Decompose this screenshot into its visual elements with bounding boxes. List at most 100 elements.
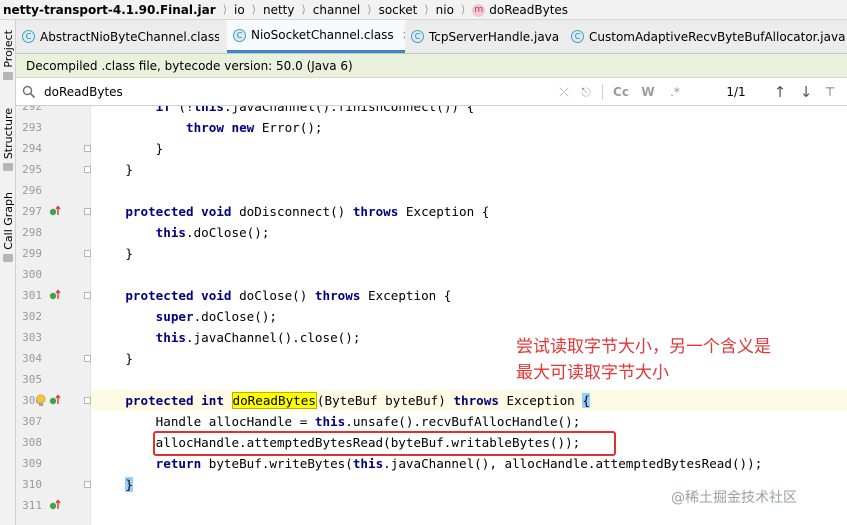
breadcrumb-separator: ⟩ [367, 3, 372, 16]
code-keyword: return [155, 456, 202, 471]
code-line[interactable]: return byteBuf.writeBytes(this.javaChann… [91, 453, 847, 474]
override-marker-icon[interactable] [49, 394, 61, 406]
code-line[interactable]: Handle allocHandle = this.unsafe().recvB… [91, 411, 847, 432]
tab-label: CustomAdaptiveRecvByteBufAllocator.java [589, 29, 846, 44]
fold-icon[interactable] [84, 145, 91, 152]
line-number: 309 [22, 457, 42, 470]
search-history-icon[interactable]: ⎋ [578, 78, 594, 106]
code-line[interactable]: protected void doDisconnect() throws Exc… [91, 201, 847, 222]
breadcrumb-item[interactable]: netty [261, 3, 297, 17]
breadcrumb-label: io [234, 2, 245, 17]
fold-icon[interactable] [84, 208, 91, 215]
class-icon: C [233, 28, 246, 42]
tool-tab-call-graph[interactable]: Call Graph [0, 192, 16, 262]
code-area[interactable]: if (!this.javaChannel().finishConnect())… [91, 106, 847, 525]
breadcrumb-label: socket [378, 2, 418, 17]
breadcrumb-item[interactable]: io [232, 3, 247, 17]
code-line[interactable]: } [91, 159, 847, 180]
search-input[interactable] [44, 84, 544, 99]
code-token: .javaChannel(), allocHandle.attemptedByt… [383, 456, 763, 471]
line-number: 292 [22, 106, 42, 113]
code-line[interactable]: throw new Error(); [91, 117, 847, 138]
fold-icon[interactable] [84, 397, 91, 404]
breadcrumb-label: doReadBytes [489, 2, 569, 17]
breadcrumb-label: nio [435, 2, 454, 17]
breadcrumb-item[interactable]: nio [434, 3, 456, 17]
breadcrumb-label: channel [312, 2, 361, 17]
watermark: @稀土掘金技术社区 [671, 490, 797, 506]
override-marker-icon[interactable] [49, 289, 61, 301]
line-number: 297 [22, 205, 42, 218]
tab-abstract-nio-byte-channel[interactable]: C AbstractNioByteChannel.class × [16, 20, 219, 53]
editor-tabs: C AbstractNioByteChannel.class × C NioSo… [16, 20, 847, 54]
breadcrumb-separator: ⟩ [222, 3, 227, 16]
code-token: } [95, 246, 133, 261]
previous-match-icon[interactable]: ↑ [772, 78, 788, 106]
code-line[interactable]: super.doClose(); [91, 306, 847, 327]
clear-search-icon[interactable]: ⤫ [556, 78, 572, 106]
breadcrumb-separator: ⟩ [424, 3, 429, 16]
next-match-icon[interactable]: ↓ [798, 78, 814, 106]
breadcrumb-item[interactable]: netty-transport-4.1.90.Final.jar [0, 3, 218, 17]
code-token: .doClose(); [193, 309, 277, 324]
breadcrumb-item[interactable]: channel [311, 3, 362, 17]
tab-nio-socket-channel[interactable]: C NioSocketChannel.class × [227, 20, 405, 53]
lightbulb-icon[interactable] [35, 394, 47, 408]
fold-icon[interactable] [84, 355, 91, 362]
code-line[interactable]: } [91, 243, 847, 264]
line-number: 293 [22, 121, 42, 134]
regex-toggle[interactable]: .* [666, 78, 684, 106]
search-icon [22, 85, 36, 98]
code-keyword: this [193, 106, 224, 114]
tab-custom-adaptive-recv-allocator[interactable]: C CustomAdaptiveRecvByteBufAllocator.jav… [565, 20, 847, 53]
breadcrumb-separator: ⟩ [251, 3, 256, 16]
code-token: Exception { [398, 204, 490, 219]
override-marker-icon[interactable] [49, 205, 61, 217]
fold-icon[interactable] [84, 481, 91, 488]
override-marker-icon[interactable] [49, 499, 61, 511]
breadcrumb-item[interactable]: m doReadBytes [470, 3, 570, 17]
code-line[interactable]: protected void doClose() throws Exceptio… [91, 285, 847, 306]
code-line[interactable]: if (!this.javaChannel().finishConnect())… [91, 106, 847, 117]
code-token: .javaChannel().finishConnect()) { [223, 106, 475, 114]
line-number: 300 [22, 268, 42, 281]
breadcrumb-item[interactable]: socket [377, 3, 420, 17]
breadcrumb-label: netty-transport-4.1.90.Final.jar [3, 2, 216, 17]
fold-icon[interactable] [84, 292, 91, 299]
tool-tab-structure[interactable]: Structure [0, 108, 16, 172]
filter-icon[interactable]: ⊤ [822, 78, 838, 106]
code-keyword: protected void [125, 288, 232, 303]
match-case-toggle[interactable]: Cc [612, 78, 630, 106]
code-line[interactable]: protected int doReadBytes(ByteBuf byteBu… [91, 390, 847, 411]
tool-tab-structure-label: Structure [1, 108, 15, 160]
tab-tcp-server-handle[interactable]: C TcpServerHandle.java × [405, 20, 565, 53]
code-token: Handle allocHandle = [95, 414, 315, 429]
line-number: 298 [22, 226, 42, 239]
code-token: (! [170, 106, 194, 114]
code-line[interactable]: this.doClose(); [91, 222, 847, 243]
line-number: 311 [22, 499, 42, 512]
tab-label: TcpServerHandle.java [429, 29, 560, 44]
search-match: doReadBytes [231, 392, 317, 409]
annotation-line-2: 最大可读取字节大小 [516, 363, 669, 383]
line-number: 301 [22, 289, 42, 302]
fold-icon[interactable] [84, 166, 91, 173]
folder-icon [3, 71, 13, 80]
code-keyword: protected int [125, 393, 224, 408]
code-line[interactable] [91, 180, 847, 201]
line-number: 310 [22, 478, 42, 491]
tool-tab-project[interactable]: Project [0, 30, 16, 80]
code-line[interactable] [91, 369, 847, 390]
code-line[interactable] [91, 264, 847, 285]
structure-icon [3, 163, 13, 172]
code-editor[interactable]: 292 293 294 295 296 297 298 299 300 301 302 303 304 3… [16, 106, 847, 525]
code-line[interactable]: } [91, 138, 847, 159]
whole-word-toggle[interactable]: W [640, 78, 656, 106]
code-token: } [125, 477, 133, 492]
fold-icon[interactable] [84, 250, 91, 257]
